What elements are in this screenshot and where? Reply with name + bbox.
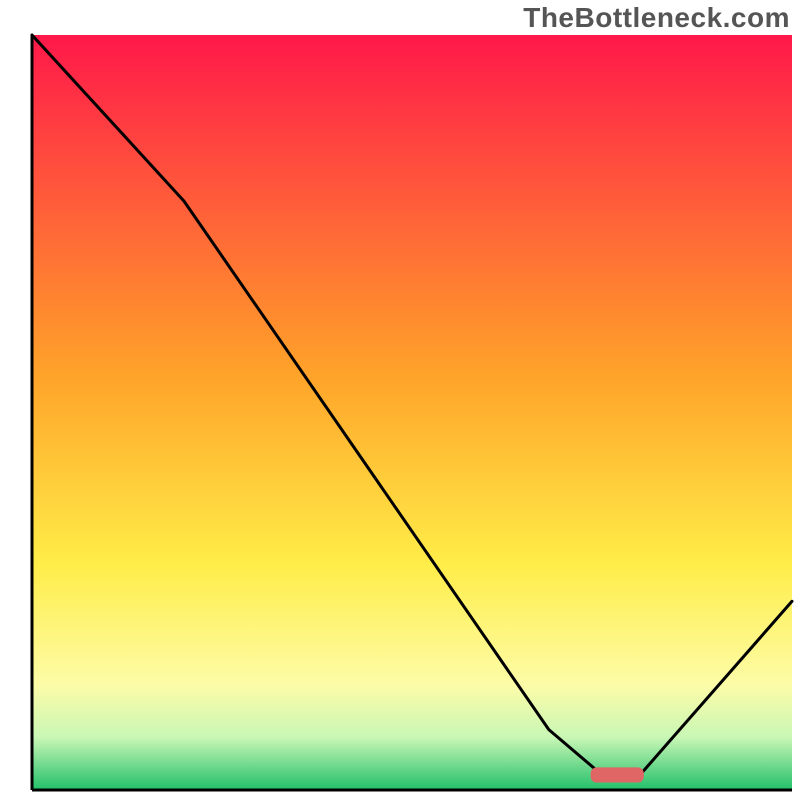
watermark-text: TheBottleneck.com [523,2,790,34]
bottleneck-chart [0,0,800,800]
optimal-marker [591,767,644,782]
gradient-background [32,35,792,790]
chart-frame: TheBottleneck.com [0,0,800,800]
